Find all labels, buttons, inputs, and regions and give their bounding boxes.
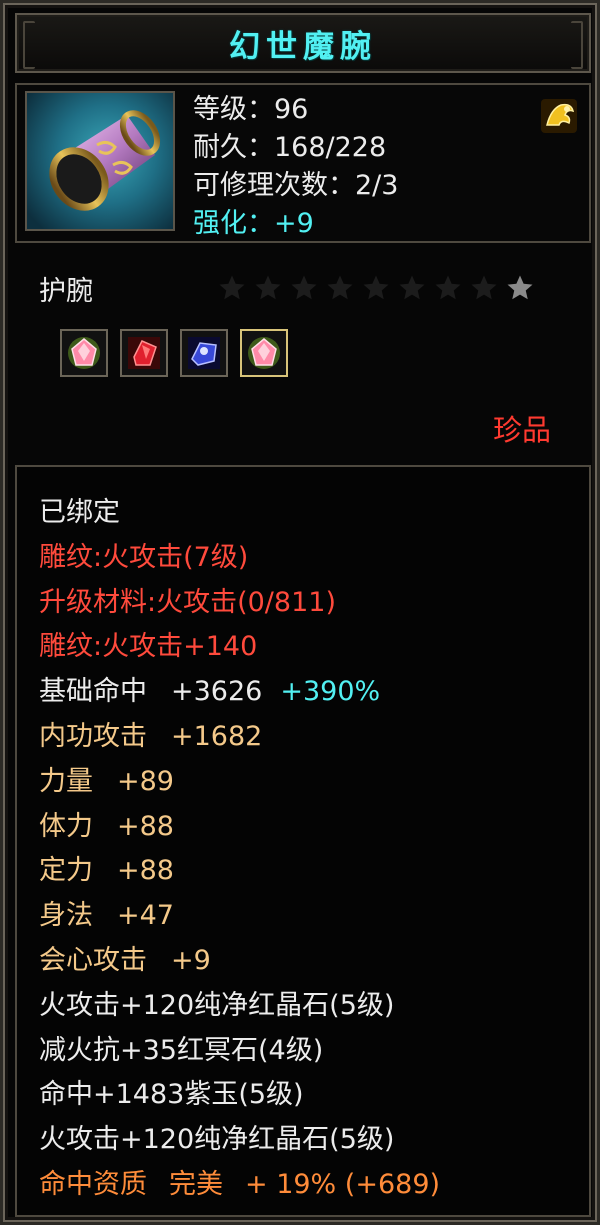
item-attributes: 已绑定 雕纹:火攻击(7级) 升级材料:火攻击(0/811) 雕纹:火攻击+14… bbox=[15, 465, 591, 1217]
gem-socket-1[interactable] bbox=[60, 329, 108, 377]
aptitude-line: 命中资质 完美 + 19% (+689) bbox=[39, 1163, 440, 1208]
level-stat: 等级：96 bbox=[193, 94, 309, 125]
upgrade-material-line: 升级材料:火攻击(0/811) bbox=[39, 586, 336, 618]
bound-status: 已绑定 bbox=[39, 497, 120, 528]
engrave-bonus-line: 雕纹:火攻击+140 bbox=[39, 631, 258, 663]
socket-line-2: 减火抗+35红冥石(4级) bbox=[39, 1034, 324, 1066]
base-hit-line: 基础命中 +3626 +390% bbox=[39, 670, 440, 715]
socket-line-1: 火攻击+120纯净红晶石(5级) bbox=[39, 989, 395, 1021]
strength-value: +89 bbox=[117, 765, 174, 797]
inner-attack-line: 内功攻击 +1682 bbox=[39, 715, 440, 760]
item-type: 护腕 bbox=[39, 276, 93, 307]
blue-jade-icon bbox=[188, 337, 220, 369]
bracer-icon bbox=[25, 91, 175, 231]
title-corner-left bbox=[23, 21, 35, 69]
vitality-value: +88 bbox=[117, 810, 174, 842]
item-tooltip-frame: 幻世魔腕 等级：96 耐久：168/228 可修理次数：2/3 强化：+9 护腕… bbox=[0, 0, 600, 1225]
aptitude-bonus: + 19% (+689) bbox=[245, 1168, 441, 1200]
focus-value: +88 bbox=[117, 855, 174, 887]
star-filled-icon bbox=[507, 275, 533, 300]
title-bar: 幻世魔腕 bbox=[15, 13, 591, 73]
agility-value: +47 bbox=[117, 900, 174, 932]
focus-line: 定力 +88 bbox=[39, 849, 440, 894]
item-stats: 等级：96 耐久：168/228 可修理次数：2/3 强化：+9 bbox=[193, 91, 398, 243]
durability-stat: 耐久：168/228 bbox=[193, 132, 387, 163]
agility-line: 身法 +47 bbox=[39, 894, 440, 939]
star-empty-icon bbox=[255, 275, 281, 300]
strength-line: 力量 +89 bbox=[39, 760, 440, 805]
aptitude-label: 命中资质 bbox=[39, 1168, 147, 1200]
star-empty-icon bbox=[471, 275, 497, 300]
enhance-stat: 强化：+9 bbox=[193, 208, 314, 239]
item-name: 幻世魔腕 bbox=[229, 28, 377, 65]
repair-count-stat: 可修理次数：2/3 bbox=[193, 170, 399, 201]
pink-gem-icon bbox=[68, 337, 100, 369]
vitality-label: 体力 bbox=[39, 810, 93, 842]
base-hit-percent: +390% bbox=[280, 676, 381, 708]
star-empty-icon bbox=[399, 275, 425, 300]
rarity-label: 珍品 bbox=[492, 413, 551, 447]
gem-socket-2[interactable] bbox=[120, 329, 168, 377]
star-rating bbox=[217, 273, 535, 303]
aptitude-quality: 完美 bbox=[169, 1168, 223, 1200]
base-hit-value: +3626 bbox=[171, 676, 263, 708]
inner-attack-label: 内功攻击 bbox=[39, 720, 147, 752]
gem-socket-3[interactable] bbox=[180, 329, 228, 377]
socket-line-3: 命中+1483紫玉(5级) bbox=[39, 1079, 304, 1111]
item-header: 等级：96 耐久：168/228 可修理次数：2/3 强化：+9 bbox=[15, 83, 591, 243]
inner-attack-value: +1682 bbox=[171, 720, 263, 752]
star-empty-icon bbox=[435, 275, 461, 300]
crit-attack-value: +9 bbox=[171, 944, 211, 976]
gold-treasure-icon bbox=[539, 97, 579, 135]
vitality-line: 体力 +88 bbox=[39, 805, 440, 850]
gem-socket-4[interactable] bbox=[240, 329, 288, 377]
engrave-line: 雕纹:火攻击(7级) bbox=[39, 541, 249, 573]
socket-line-4: 火攻击+120纯净红晶石(5级) bbox=[39, 1124, 395, 1156]
pink-gem-icon bbox=[248, 337, 280, 369]
base-hit-label: 基础命中 bbox=[39, 676, 147, 708]
focus-label: 定力 bbox=[39, 855, 93, 887]
star-empty-icon bbox=[291, 275, 317, 300]
strength-label: 力量 bbox=[39, 765, 93, 797]
gem-sockets bbox=[60, 329, 288, 377]
agility-label: 身法 bbox=[39, 900, 93, 932]
red-crystal-icon bbox=[128, 337, 160, 369]
crit-attack-label: 会心攻击 bbox=[39, 944, 147, 976]
title-corner-right bbox=[571, 21, 583, 69]
star-empty-icon bbox=[327, 275, 353, 300]
star-empty-icon bbox=[219, 275, 245, 300]
star-empty-icon bbox=[363, 275, 389, 300]
crit-attack-line: 会心攻击 +9 bbox=[39, 939, 440, 984]
